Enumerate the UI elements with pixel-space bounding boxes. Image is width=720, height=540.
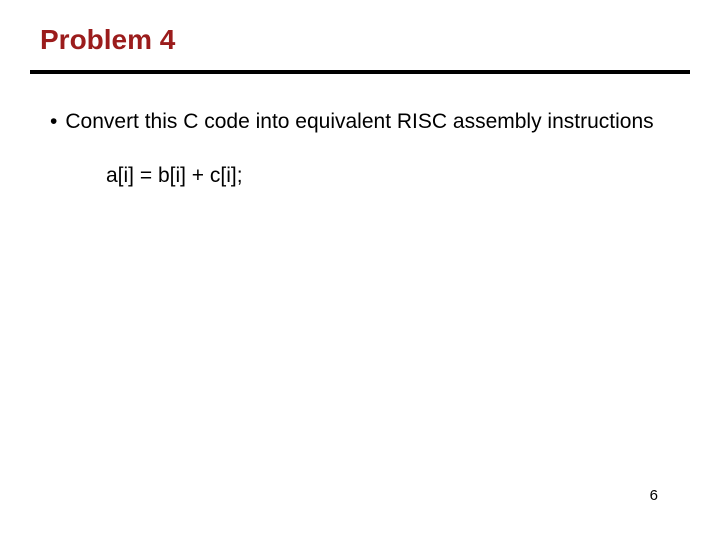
bullet-marker: • xyxy=(50,108,57,136)
slide-title: Problem 4 xyxy=(0,0,720,56)
slide: Problem 4 • Convert this C code into equ… xyxy=(0,0,720,540)
bullet-item: • Convert this C code into equivalent RI… xyxy=(50,108,670,136)
page-number: 6 xyxy=(650,487,658,504)
bullet-text: Convert this C code into equivalent RISC… xyxy=(65,108,670,136)
content-area: • Convert this C code into equivalent RI… xyxy=(0,74,720,188)
code-expression: a[i] = b[i] + c[i]; xyxy=(50,136,670,188)
